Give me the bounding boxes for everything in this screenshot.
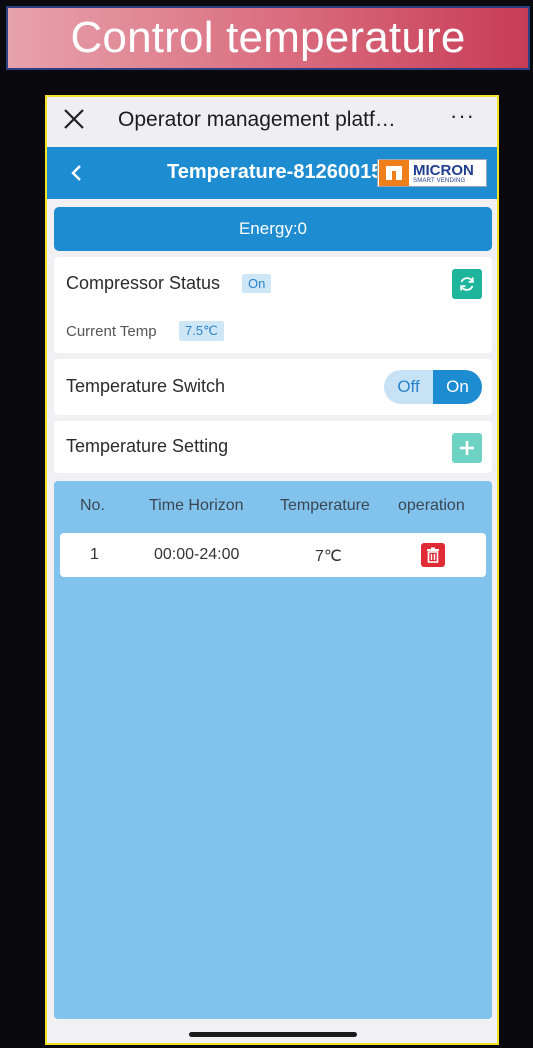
table-row: 1 00:00-24:00 7℃	[60, 533, 486, 577]
column-header-temperature: Temperature	[280, 497, 370, 514]
banner-title: Control temperature	[70, 13, 466, 62]
compressor-card: Compressor Status On Current Temp 7.5℃	[54, 257, 492, 353]
window-title: Operator management platf…	[118, 108, 396, 131]
compressor-status-label: Compressor Status	[66, 273, 221, 293]
page-banner: Control temperature	[6, 6, 530, 70]
more-icon[interactable]: ···	[450, 103, 475, 129]
refresh-icon	[460, 277, 474, 291]
logo-brand: MICRON	[413, 161, 474, 179]
compressor-status-badge: On	[242, 274, 272, 293]
schedule-table: No. Time Horizon Temperature operation 1…	[54, 481, 492, 1019]
row-time-horizon: 00:00-24:00	[154, 546, 240, 563]
app-navbar: Temperature-81260015 MICRON SMART VENDIN…	[47, 147, 497, 199]
energy-bar: Energy:0	[54, 207, 492, 251]
temperature-switch-toggle[interactable]: Off On	[384, 370, 482, 404]
current-temp-label: Current Temp	[66, 323, 157, 340]
back-icon[interactable]	[67, 161, 87, 185]
trash-icon	[427, 547, 439, 563]
close-icon[interactable]	[61, 106, 87, 132]
phone-screen: Operator management platf… ··· Temperatu…	[45, 95, 499, 1045]
energy-label: Energy:0	[238, 219, 308, 238]
column-header-operation: operation	[398, 497, 465, 514]
page-title: Temperature-81260015	[167, 161, 383, 183]
home-indicator[interactable]	[189, 1032, 357, 1037]
column-header-time-horizon: Time Horizon	[149, 497, 244, 514]
logo-tagline: SMART VENDING	[413, 177, 466, 184]
toggle-on-option[interactable]: On	[433, 370, 482, 404]
temperature-setting-label: Temperature Setting	[66, 436, 229, 456]
micron-logo: MICRON SMART VENDING	[377, 159, 487, 187]
temperature-switch-card: Temperature Switch Off On	[54, 359, 492, 415]
current-temp-value: 7.5℃	[179, 321, 224, 341]
delete-button[interactable]	[421, 543, 445, 567]
temperature-setting-card: Temperature Setting	[54, 421, 492, 473]
temperature-switch-label: Temperature Switch	[66, 376, 226, 396]
toggle-off-option[interactable]: Off	[384, 370, 433, 404]
row-temperature: 7℃	[315, 548, 342, 565]
add-setting-button[interactable]	[452, 433, 482, 463]
row-no: 1	[90, 546, 99, 563]
refresh-button[interactable]	[452, 269, 482, 299]
window-topbar: Operator management platf… ···	[47, 97, 497, 145]
logo-mark-icon	[379, 160, 409, 186]
column-header-no: No.	[80, 497, 105, 514]
plus-icon	[460, 441, 474, 455]
